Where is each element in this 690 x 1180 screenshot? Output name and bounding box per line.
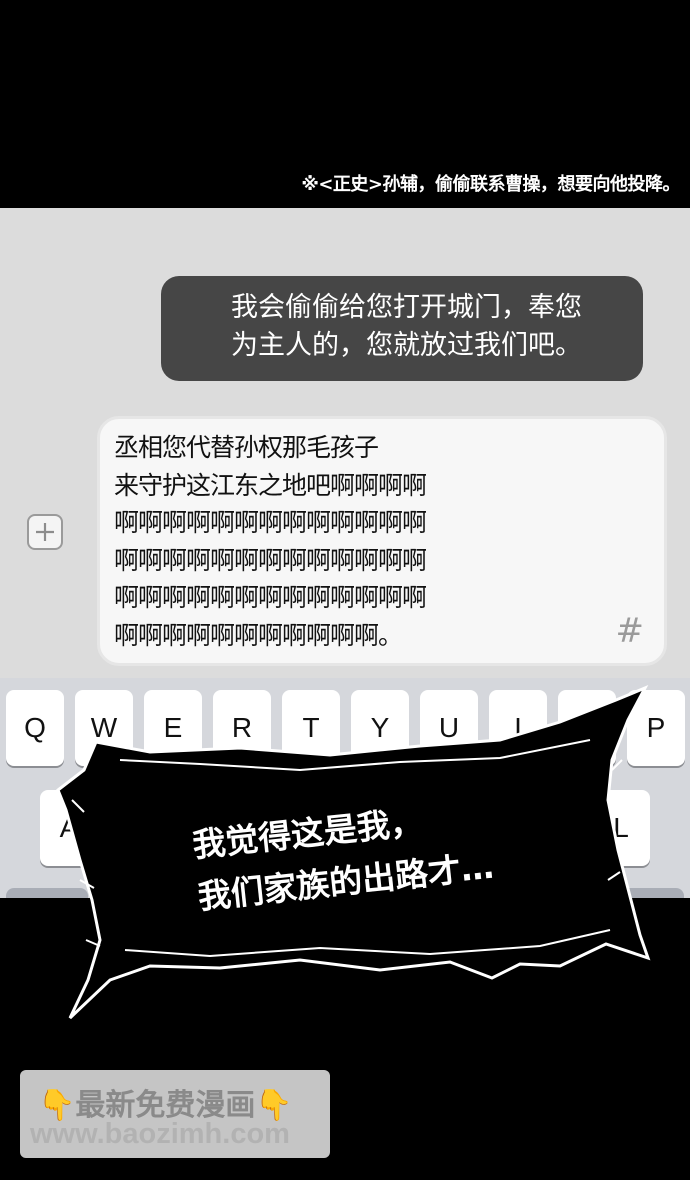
watermark: 👇最新免费漫画👇 www.baozimh.com (20, 1070, 330, 1158)
watermark-url: www.baozimh.com (30, 1118, 290, 1150)
speech-burst (0, 685, 690, 1180)
